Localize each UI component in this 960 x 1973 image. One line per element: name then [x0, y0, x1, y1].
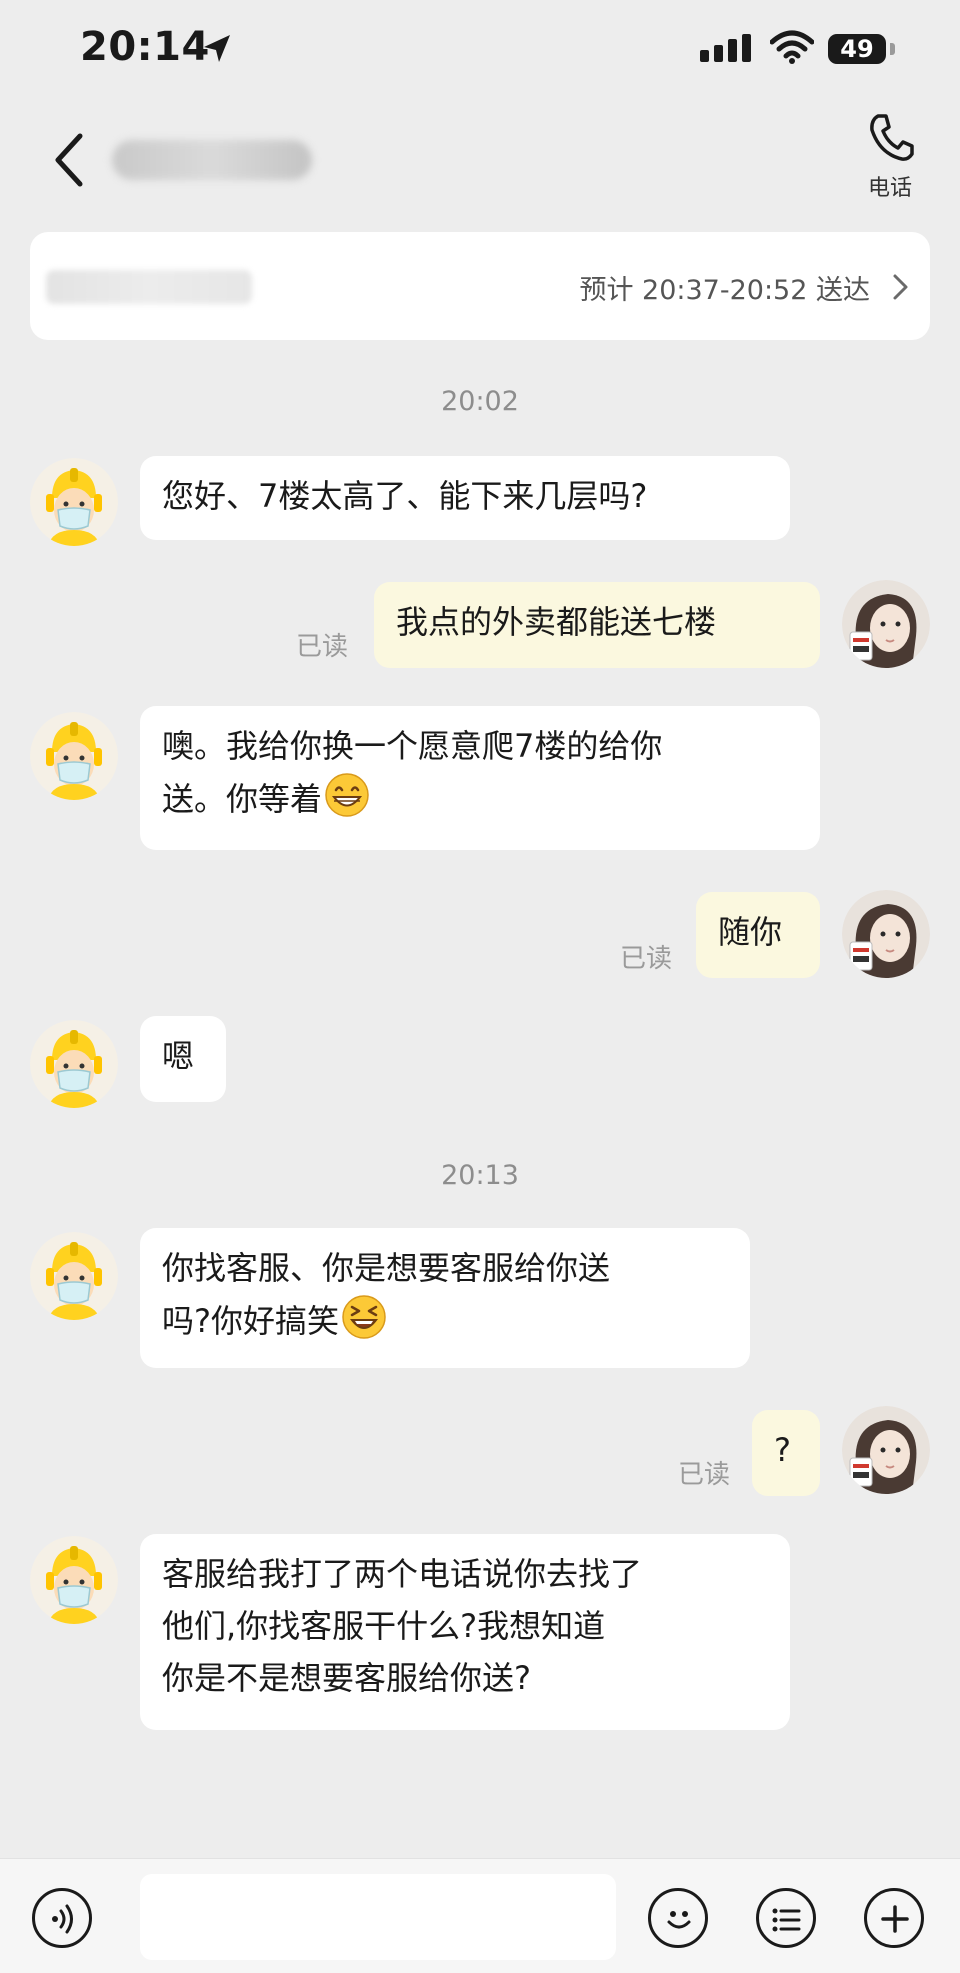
- courier-avatar[interactable]: [30, 712, 118, 800]
- signal-icon: [700, 34, 752, 68]
- message-bubble-incoming: 客服给我打了两个电话说你去找了 他们,你找客服干什么?我想知道 你是不是想要客服…: [140, 1534, 790, 1730]
- courier-avatar[interactable]: [30, 1020, 118, 1108]
- message-text: 您好、7楼太高了、能下来几层吗?: [162, 477, 648, 515]
- courier-avatar[interactable]: [30, 1536, 118, 1624]
- plus-icon: [877, 1901, 913, 1941]
- read-receipt: 已读: [296, 632, 349, 662]
- location-arrow-icon: [200, 32, 234, 70]
- message-text: 你是不是想要客服给你送?: [162, 1659, 531, 1697]
- smile-icon: [660, 1900, 698, 1942]
- message-text: 吗?你好搞笑: [162, 1302, 339, 1340]
- message-text: 噢。我给你换一个愿意爬7楼的给你: [162, 727, 663, 765]
- message-bubble-incoming: 您好、7楼太高了、能下来几层吗?: [140, 456, 790, 540]
- user-avatar[interactable]: [842, 580, 930, 668]
- read-receipt: 已读: [678, 1460, 731, 1490]
- chevron-right-icon: [890, 272, 910, 306]
- battery-tip: [890, 43, 895, 55]
- emoji-button[interactable]: [648, 1888, 708, 1948]
- message-text: ?: [774, 1431, 791, 1469]
- timestamp: 20:02: [441, 386, 519, 417]
- message-text: 送。你等着: [162, 780, 323, 818]
- grinning-emoji-icon: [324, 772, 370, 818]
- contact-name-redacted: [112, 140, 312, 180]
- user-avatar[interactable]: [842, 890, 930, 978]
- courier-avatar[interactable]: [30, 458, 118, 546]
- store-name-redacted: [46, 270, 252, 304]
- status-time: 20:14: [80, 24, 210, 70]
- menu-icon: [769, 1902, 805, 1940]
- message-text: 嗯: [162, 1037, 195, 1075]
- message-bubble-incoming: 嗯: [140, 1016, 226, 1102]
- user-avatar[interactable]: [842, 1406, 930, 1494]
- menu-button[interactable]: [756, 1888, 816, 1948]
- battery-indicator: 49: [828, 34, 886, 64]
- plus-button[interactable]: [864, 1888, 924, 1948]
- call-button[interactable]: 电话: [850, 112, 930, 202]
- message-text: 客服给我打了两个电话说你去找了: [162, 1555, 643, 1593]
- read-receipt: 已读: [620, 944, 673, 974]
- message-bubble-incoming: 噢。我给你换一个愿意爬7楼的给你 送。你等着: [140, 706, 820, 850]
- message-bubble-outgoing: 我点的外卖都能送七楼: [374, 582, 820, 668]
- phone-icon: [868, 112, 914, 166]
- status-bar: 20:14 49: [0, 0, 960, 100]
- voice-button[interactable]: [32, 1888, 92, 1948]
- courier-avatar[interactable]: [30, 1232, 118, 1320]
- call-label: 电话: [867, 176, 912, 201]
- delivery-status-card[interactable]: 预计 20:37-20:52 送达: [30, 232, 930, 340]
- chevron-left-icon[interactable]: [50, 130, 90, 194]
- message-input[interactable]: [140, 1874, 616, 1960]
- message-bubble-incoming: 你找客服、你是想要客服给你送 吗?你好搞笑: [140, 1228, 750, 1368]
- message-bubble-outgoing: ?: [752, 1410, 820, 1496]
- message-bubble-outgoing: 随你: [696, 892, 820, 978]
- timestamp: 20:13: [441, 1160, 519, 1191]
- message-text: 你找客服、你是想要客服给你送: [162, 1249, 611, 1287]
- message-text: 他们,你找客服干什么?我想知道: [162, 1607, 606, 1645]
- message-text: 随你: [718, 913, 783, 951]
- laughing-emoji-icon: [341, 1294, 387, 1340]
- voice-icon: [45, 1901, 81, 1941]
- message-text: 我点的外卖都能送七楼: [396, 603, 717, 641]
- delivery-eta: 预计 20:37-20:52 送达: [579, 275, 870, 306]
- wifi-icon: [769, 30, 815, 68]
